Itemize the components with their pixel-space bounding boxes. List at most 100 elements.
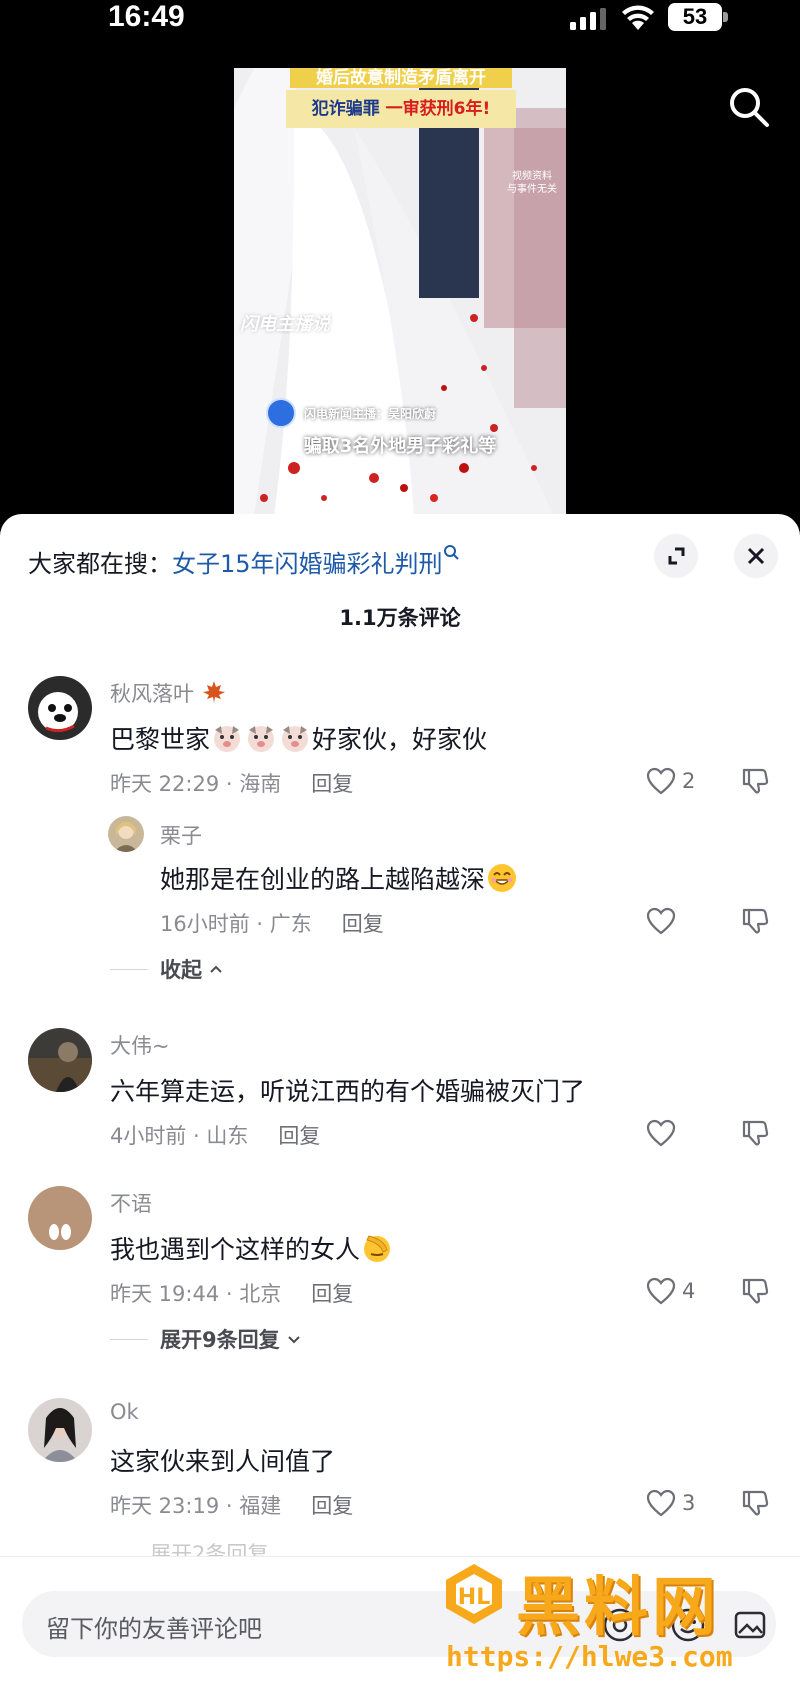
reply-button[interactable]: 回复 bbox=[311, 772, 353, 796]
close-icon bbox=[747, 547, 765, 565]
like-button[interactable]: 3 bbox=[646, 1488, 695, 1518]
comment-input-placeholder: 留下你的友善评论吧 bbox=[46, 1615, 262, 1643]
like-count: 2 bbox=[682, 769, 696, 793]
banner-highlight: 一审获刑6年! bbox=[385, 99, 491, 119]
comment-meta: 昨天 19:44 · 北京 回复 bbox=[110, 1278, 353, 1308]
collapse-label: 收起 bbox=[160, 958, 202, 982]
reply-time-location: 16小时前 · 广东 bbox=[160, 912, 312, 936]
heart-icon bbox=[646, 1119, 676, 1147]
anchor-tag: 闪电新闻主播：吴阳欣蔚 bbox=[304, 406, 437, 421]
expand-replies-button[interactable]: 展开9条回复 bbox=[110, 1324, 302, 1354]
video-caption: 骗取3名外地男子彩礼等 bbox=[303, 436, 497, 457]
trending-label: 大家都在搜： bbox=[28, 550, 172, 578]
dog-emoji-icon bbox=[282, 726, 309, 752]
like-count: 4 bbox=[682, 1279, 696, 1303]
comment-sheet: 大家都在搜：女子15年闪婚骗彩礼判刑 1.1万条评论 秋风落叶 巴黎世家 好家伙，… bbox=[0, 514, 800, 1695]
comment-username[interactable]: 秋风落叶 bbox=[110, 678, 227, 708]
comment-text-pre: 巴黎世家 bbox=[110, 725, 211, 754]
chevron-up-icon bbox=[210, 965, 222, 973]
thumbs-down-icon[interactable] bbox=[740, 1488, 770, 1518]
heart-icon bbox=[646, 907, 676, 935]
reply-button[interactable]: 回复 bbox=[342, 912, 384, 936]
reply-button[interactable]: 回复 bbox=[311, 1494, 353, 1518]
reply-button[interactable]: 回复 bbox=[278, 1124, 320, 1148]
trending-query[interactable]: 女子15年闪婚骗彩礼判刑 bbox=[172, 550, 443, 578]
trending-search[interactable]: 大家都在搜：女子15年闪婚骗彩礼判刑 bbox=[28, 544, 459, 579]
comment-text: 这家伙来到人间值了 bbox=[110, 1447, 336, 1476]
dog-emoji-icon bbox=[248, 726, 275, 752]
cellular-signal-icon bbox=[570, 8, 606, 30]
avatar[interactable] bbox=[28, 1186, 92, 1250]
like-button[interactable] bbox=[646, 906, 676, 936]
reply-username[interactable]: 栗子 bbox=[160, 820, 202, 850]
search-small-icon bbox=[443, 545, 459, 560]
like-button[interactable]: 2 bbox=[646, 766, 695, 796]
avatar[interactable] bbox=[28, 1028, 92, 1092]
comment-time-location: 昨天 22:29 · 海南 bbox=[110, 772, 282, 796]
comment-count: 1.1万条评论 bbox=[339, 606, 461, 630]
comment-text: 我也遇到个这样的女人 bbox=[110, 1230, 394, 1266]
thumbs-down-icon[interactable] bbox=[740, 766, 770, 796]
collapse-replies-button[interactable]: 收起 bbox=[110, 954, 224, 984]
expand-button[interactable] bbox=[654, 534, 698, 578]
thumbs-down-icon[interactable] bbox=[740, 906, 770, 936]
avatar[interactable] bbox=[28, 676, 92, 740]
close-button[interactable] bbox=[734, 534, 778, 578]
status-bar: 16:49 53 bbox=[0, 0, 800, 40]
video-headline: 婚后故意制造矛盾离开 bbox=[290, 68, 512, 88]
heart-icon bbox=[646, 1277, 676, 1305]
comment-time-location: 4小时前 · 山东 bbox=[110, 1124, 249, 1148]
comment-text: 六年算走运，听说江西的有个婚骗被灭门了 bbox=[110, 1077, 586, 1106]
comment-meta: 昨天 23:19 · 福建 回复 bbox=[110, 1490, 353, 1520]
comment-username[interactable]: 大伟~ bbox=[110, 1030, 170, 1060]
comment-text-body: 我也遇到个这样的女人 bbox=[110, 1235, 361, 1264]
comment-username[interactable]: 不语 bbox=[110, 1188, 152, 1218]
reply-meta: 16小时前 · 广东 回复 bbox=[160, 908, 384, 938]
avatar[interactable] bbox=[108, 816, 144, 852]
comment-username[interactable]: Ok bbox=[110, 1400, 139, 1424]
thumbs-down-icon[interactable] bbox=[740, 1276, 770, 1306]
video-anchor: 闪电新闻主播：吴阳欣蔚 bbox=[266, 398, 436, 428]
video-watermark: 闪电主播说 bbox=[240, 314, 330, 335]
wifi-icon bbox=[622, 5, 654, 30]
reply-text-body: 她那是在创业的路上越陷越深 bbox=[160, 865, 486, 894]
face-palm-emoji-icon bbox=[364, 1235, 391, 1262]
heart-icon bbox=[646, 767, 676, 795]
side-note-line-1: 视频资料 bbox=[512, 171, 552, 182]
comment-meta: 4小时前 · 山东 回复 bbox=[110, 1120, 320, 1150]
reply-text: 她那是在创业的路上越陷越深 bbox=[160, 860, 519, 896]
battery-percent: 53 bbox=[682, 4, 708, 29]
like-button[interactable] bbox=[646, 1118, 676, 1148]
brand-url: https://hlwe3.com bbox=[446, 1640, 733, 1673]
expand-replies-label: 展开9条回复 bbox=[160, 1328, 280, 1352]
search-icon[interactable] bbox=[726, 84, 772, 130]
comment-text-post: 好家伙，好家伙 bbox=[312, 725, 488, 754]
video-side-note: 视频资料 与事件无关 bbox=[502, 170, 562, 196]
video-player[interactable]: 婚后故意制造矛盾离开 犯诈骗罪 一审获刑6年! 视频资料 与事件无关 闪电主播说 … bbox=[234, 68, 566, 516]
expand-icon bbox=[668, 547, 685, 565]
like-count: 3 bbox=[682, 1491, 696, 1515]
like-button[interactable]: 4 bbox=[646, 1276, 695, 1306]
chevron-down-icon bbox=[287, 1336, 300, 1344]
side-note-line-2: 与事件无关 bbox=[507, 184, 557, 195]
maple-leaf-icon bbox=[202, 681, 225, 703]
brand-name: 黑料网 bbox=[516, 1571, 720, 1645]
status-time: 16:49 bbox=[108, 0, 185, 33]
svg-text:HL: HL bbox=[458, 1585, 490, 1610]
dog-emoji-icon bbox=[214, 726, 241, 752]
heart-icon bbox=[646, 1489, 676, 1517]
brand-watermark: HL 黑料网 https://hlwe3.com bbox=[442, 1562, 772, 1682]
microphone-icon bbox=[266, 398, 296, 428]
battery-indicator: 53 bbox=[668, 3, 728, 33]
comment-meta: 昨天 22:29 · 海南 回复 bbox=[110, 768, 353, 798]
comment-time-location: 昨天 23:19 · 福建 bbox=[110, 1494, 282, 1518]
smiling-emoji-icon bbox=[488, 864, 517, 892]
brand-logo-icon: HL bbox=[446, 1564, 502, 1624]
thumbs-down-icon[interactable] bbox=[740, 1118, 770, 1148]
comment-time-location: 昨天 19:44 · 北京 bbox=[110, 1282, 282, 1306]
username-text: 秋风落叶 bbox=[110, 682, 194, 706]
avatar[interactable] bbox=[28, 1398, 92, 1462]
video-banner: 犯诈骗罪 一审获刑6年! bbox=[286, 90, 516, 128]
reply-button[interactable]: 回复 bbox=[311, 1282, 353, 1306]
comment-text: 巴黎世家 好家伙，好家伙 bbox=[110, 720, 487, 756]
